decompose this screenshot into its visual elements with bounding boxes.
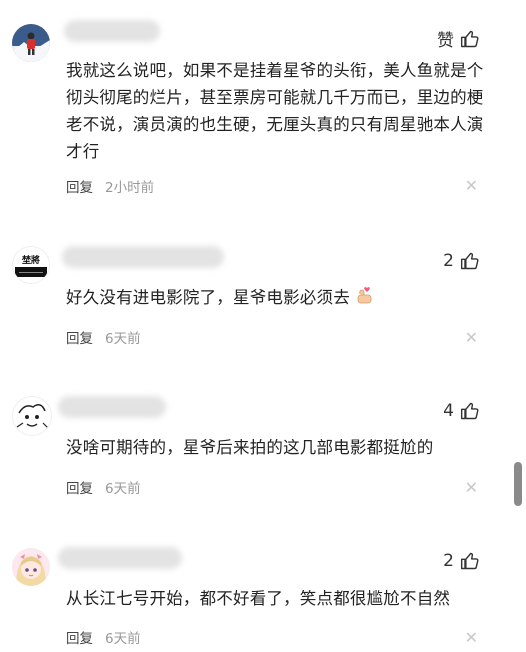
- reply-button[interactable]: 回复: [66, 176, 93, 196]
- close-icon[interactable]: ✕: [465, 478, 478, 497]
- comment-meta: 回复 2小时前: [66, 176, 154, 196]
- like-button[interactable]: 2: [443, 251, 480, 271]
- username-blurred: [64, 20, 160, 42]
- username-blurred: [58, 396, 166, 418]
- comment-text: 没啥可期待的，星爷后来拍的这几部电影都挺尬的: [66, 438, 434, 457]
- username-blurred: [58, 547, 182, 569]
- timestamp: 6天前: [105, 631, 141, 647]
- close-icon[interactable]: ✕: [465, 176, 478, 195]
- reply-button[interactable]: 回复: [66, 627, 93, 647]
- like-button[interactable]: 赞: [437, 26, 480, 51]
- reply-button[interactable]: 回复: [66, 327, 93, 347]
- username-blurred: [62, 246, 224, 268]
- user-avatar[interactable]: [12, 396, 52, 436]
- timestamp: 2小时前: [105, 180, 155, 196]
- comment-text: 从长江七号开始，都不好看了，笑点都很尴尬不自然: [66, 589, 451, 608]
- like-button[interactable]: 2: [443, 551, 480, 571]
- thumbs-up-icon: [460, 252, 479, 270]
- anime-girl-avatar-icon: [12, 548, 50, 586]
- avatar-logo-text: 埜將: [21, 256, 40, 266]
- user-avatar[interactable]: [12, 24, 50, 62]
- mountain-climber-avatar-icon: [12, 24, 50, 62]
- thumbs-up-icon: [460, 552, 479, 570]
- cartoon-doodle-avatar-icon: [13, 397, 51, 435]
- like-count: 2: [443, 551, 454, 571]
- reply-button[interactable]: 回复: [66, 477, 93, 497]
- like-button[interactable]: 4: [443, 401, 480, 421]
- close-icon[interactable]: ✕: [465, 628, 478, 647]
- finger-heart-emoji-icon: [357, 287, 372, 304]
- comment-text-row: 好久没有进电影院了，星爷电影必须去: [66, 284, 486, 311]
- like-count: 4: [443, 401, 454, 421]
- like-count: 2: [443, 251, 454, 271]
- close-icon[interactable]: ✕: [465, 328, 478, 347]
- timestamp: 6天前: [105, 331, 141, 347]
- thumbs-up-icon: [460, 30, 479, 47]
- comment-meta: 回复 6天前: [66, 477, 141, 497]
- like-label: 赞: [437, 31, 454, 51]
- user-avatar[interactable]: 埜將: [12, 246, 50, 284]
- scrollbar-thumb[interactable]: [514, 462, 522, 506]
- user-avatar[interactable]: [12, 548, 50, 586]
- thumbs-up-icon: [460, 402, 479, 420]
- comment-text: 好久没有进电影院了，星爷电影必须去: [66, 288, 350, 307]
- comment-meta: 回复 6天前: [66, 627, 141, 647]
- comment-meta: 回复 6天前: [66, 327, 141, 347]
- timestamp: 6天前: [105, 481, 141, 497]
- comment-text: 我就这么说吧，如果不是挂着星爷的头衔，美人鱼就是个彻头彻尾的烂片，甚至票房可能就…: [66, 61, 484, 161]
